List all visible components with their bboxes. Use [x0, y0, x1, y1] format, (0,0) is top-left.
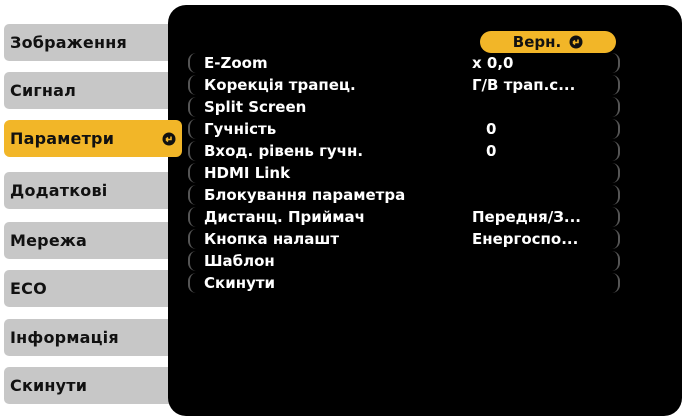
tab-eco[interactable]: ECO: [4, 270, 174, 307]
menu-item-pattern[interactable]: Шаблон: [188, 251, 620, 271]
menu-item-value: Енергоспо...: [472, 230, 579, 248]
menu-item-hdmi-link[interactable]: HDMI Link: [188, 163, 620, 183]
tab-information[interactable]: Інформація: [4, 319, 174, 356]
back-button[interactable]: Верн.: [480, 31, 616, 53]
menu-item-e-zoom[interactable]: E-Zoom x 0,0: [188, 53, 620, 73]
projector-menu-screen: Зображення Сигнал Параметри Додаткові Ме…: [0, 0, 686, 419]
menu-item-value: 0: [486, 142, 497, 160]
menu-item-reset[interactable]: Скинути: [188, 273, 620, 293]
settings-list: E-Zoom x 0,0 Корекція трапец. Г/В трап.с…: [188, 53, 620, 295]
tab-label: Сигнал: [10, 81, 77, 100]
tab-label: Зображення: [10, 33, 127, 52]
menu-item-remote-receiver[interactable]: Дистанц. Приймач Передня/З...: [188, 207, 620, 227]
menu-item-label: Дистанц. Приймач: [204, 208, 365, 226]
tab-label: Скинути: [10, 376, 88, 395]
menu-item-label: Блокування параметра: [204, 186, 406, 204]
menu-item-label: Шаблон: [204, 252, 275, 270]
menu-item-label: Вход. рівень гучн.: [204, 142, 364, 160]
menu-item-label: Split Screen: [204, 98, 307, 116]
tab-label: ECO: [10, 279, 47, 298]
menu-item-input-volume[interactable]: Вход. рівень гучн. 0: [188, 141, 620, 161]
menu-item-label: Гучність: [204, 120, 277, 138]
menu-item-user-button[interactable]: Кнопка налашт Енергоспо...: [188, 229, 620, 249]
enter-icon: [162, 132, 176, 145]
menu-item-label: E-Zoom: [204, 54, 268, 72]
tab-label: Додаткові: [10, 181, 108, 200]
tab-extended[interactable]: Додаткові: [4, 172, 174, 209]
tab-label: Параметри: [10, 129, 115, 148]
menu-item-label: Кнопка налашт: [204, 230, 340, 248]
menu-item-split-screen[interactable]: Split Screen: [188, 97, 620, 117]
return-icon: [569, 35, 583, 49]
tab-reset[interactable]: Скинути: [4, 367, 174, 404]
tab-network[interactable]: Мережа: [4, 222, 174, 259]
tab-image[interactable]: Зображення: [4, 24, 174, 61]
menu-item-label: HDMI Link: [204, 164, 291, 182]
menu-item-value: Передня/З...: [472, 208, 581, 226]
tab-label: Інформація: [10, 328, 119, 347]
menu-item-value: Г/В трап.с...: [472, 76, 576, 94]
tab-signal[interactable]: Сигнал: [4, 72, 174, 109]
tab-label: Мережа: [10, 231, 87, 250]
menu-item-label: Корекція трапец.: [204, 76, 356, 94]
menu-item-value: x 0,0: [472, 54, 514, 72]
menu-item-label: Скинути: [204, 274, 276, 292]
menu-item-settings-lock[interactable]: Блокування параметра: [188, 185, 620, 205]
tab-settings[interactable]: Параметри: [4, 120, 182, 157]
menu-item-volume[interactable]: Гучність 0: [188, 119, 620, 139]
menu-item-value: 0: [486, 120, 497, 138]
back-label: Верн.: [512, 33, 562, 51]
menu-item-keystone[interactable]: Корекція трапец. Г/В трап.с...: [188, 75, 620, 95]
